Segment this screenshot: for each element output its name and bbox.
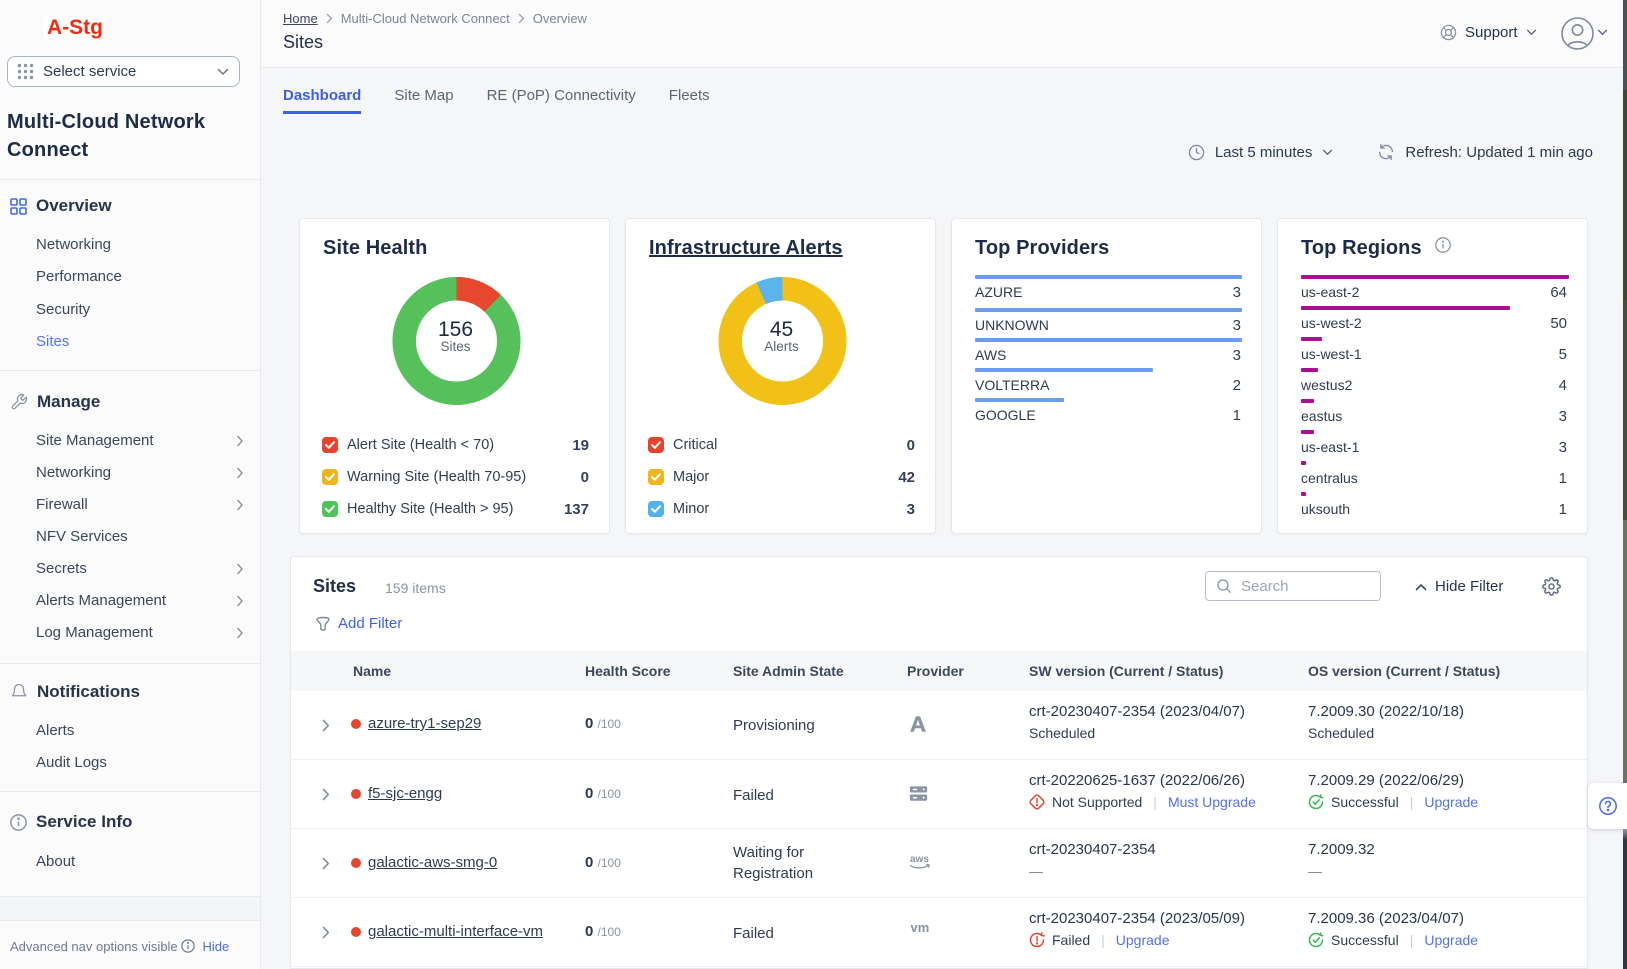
svg-text:vm: vm [911, 920, 930, 935]
svg-text:aws: aws [910, 854, 929, 865]
